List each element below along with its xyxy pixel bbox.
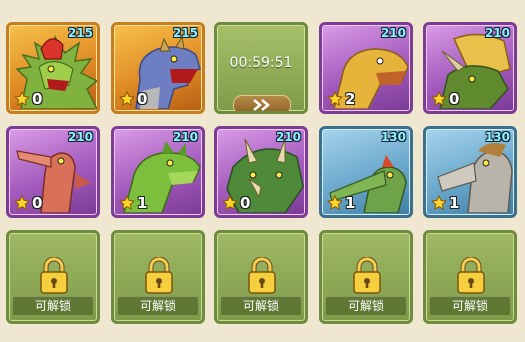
dino-slot-styracosaurus[interactable]: 210 0 — [423, 22, 517, 114]
unlock-label: 可解锁 — [13, 296, 93, 315]
star-count: 0 — [137, 90, 148, 108]
level-badge: 215 — [172, 26, 198, 40]
dino-slot-green-raptor[interactable]: 210 1 — [111, 126, 205, 218]
star-count: 0 — [240, 194, 251, 212]
star-count-group: 0 — [14, 90, 42, 108]
star-icon — [431, 91, 447, 107]
dinosaur-roster-grid: 215 0 215 0 00:59:51 210 2 210 0 210 0 2… — [0, 0, 525, 342]
star-icon — [14, 91, 30, 107]
dino-slot-crocodile[interactable]: 130 1 — [319, 126, 413, 218]
star-count-group: 1 — [119, 194, 147, 212]
dino-slot-triceratops[interactable]: 210 0 — [214, 126, 308, 218]
locked-slot[interactable]: 可解锁 — [111, 230, 205, 324]
level-badge: 130 — [484, 130, 510, 144]
locked-slot[interactable]: 可解锁 — [214, 230, 308, 324]
star-count: 1 — [345, 194, 356, 212]
level-badge: 210 — [484, 26, 510, 40]
dino-slot-carnotaurus[interactable]: 215 0 — [111, 22, 205, 114]
level-badge: 210 — [67, 130, 93, 144]
star-icon — [431, 195, 447, 211]
star-count-group: 1 — [431, 194, 459, 212]
countdown-timer: 00:59:51 — [229, 55, 293, 71]
star-count: 1 — [449, 194, 460, 212]
star-count-group: 2 — [327, 90, 355, 108]
star-icon — [14, 195, 30, 211]
lock-icon — [144, 257, 174, 295]
unlock-label: 可解锁 — [118, 296, 198, 315]
incubation-timer-slot[interactable]: 00:59:51 — [214, 22, 308, 114]
star-count: 2 — [345, 90, 356, 108]
star-count-group: 0 — [222, 194, 250, 212]
fast-forward-icon — [253, 99, 270, 111]
star-count-group: 0 — [119, 90, 147, 108]
lock-icon — [247, 257, 277, 295]
locked-slot[interactable]: 可解锁 — [6, 230, 100, 324]
lock-icon — [39, 257, 69, 295]
level-badge: 130 — [380, 130, 406, 144]
unlock-label: 可解锁 — [221, 296, 301, 315]
star-count-group: 0 — [14, 194, 42, 212]
star-count: 0 — [32, 90, 43, 108]
unlock-label: 可解锁 — [430, 296, 510, 315]
star-icon — [327, 195, 343, 211]
lock-icon — [456, 257, 486, 295]
level-badge: 215 — [67, 26, 93, 40]
locked-slot[interactable]: 可解锁 — [319, 230, 413, 324]
star-count-group: 0 — [431, 90, 459, 108]
dino-slot-grey-raptor[interactable]: 130 1 — [423, 126, 517, 218]
star-count: 1 — [137, 194, 148, 212]
star-icon — [119, 91, 135, 107]
star-icon — [327, 91, 343, 107]
locked-slot[interactable]: 可解锁 — [423, 230, 517, 324]
level-badge: 210 — [380, 26, 406, 40]
dino-slot-dilophosaurus[interactable]: 215 0 — [6, 22, 100, 114]
star-count-group: 1 — [327, 194, 355, 212]
star-count: 0 — [32, 194, 43, 212]
lock-icon — [352, 257, 382, 295]
unlock-label: 可解锁 — [326, 296, 406, 315]
star-count: 0 — [449, 90, 460, 108]
star-icon — [119, 195, 135, 211]
speed-up-button[interactable] — [233, 95, 291, 111]
dino-slot-stegoceras[interactable]: 210 2 — [319, 22, 413, 114]
level-badge: 210 — [172, 130, 198, 144]
dino-slot-spinosaurus[interactable]: 210 0 — [6, 126, 100, 218]
level-badge: 210 — [275, 130, 301, 144]
star-icon — [222, 195, 238, 211]
